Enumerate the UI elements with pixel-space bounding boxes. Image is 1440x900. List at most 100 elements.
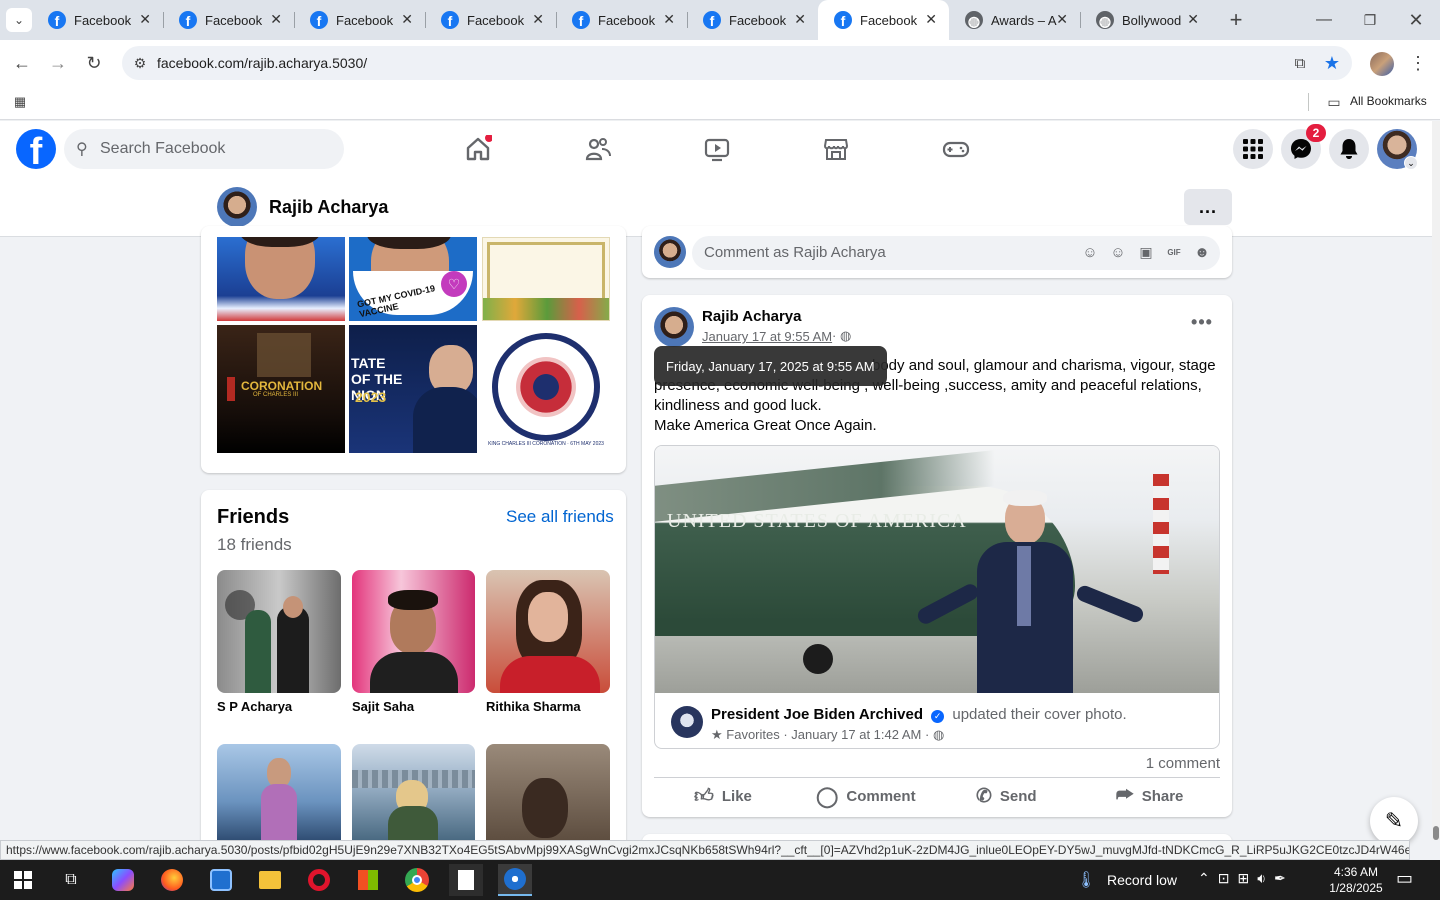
photo-tile-king-charles[interactable]: KING CHARLES III CORONATION · 6TH MAY 20… — [482, 325, 610, 453]
tab-close-icon[interactable]: ✕ — [925, 11, 937, 28]
browser-tab[interactable]: f Facebook ✕ — [687, 0, 818, 40]
home-icon[interactable] — [464, 135, 492, 163]
notepad-icon[interactable] — [449, 864, 483, 896]
tab-close-icon[interactable]: ✕ — [794, 11, 806, 28]
tab-close-icon[interactable]: ✕ — [663, 11, 675, 28]
copilot-icon[interactable] — [106, 864, 140, 896]
friend-photo[interactable] — [486, 744, 610, 840]
browser-tab[interactable]: f Facebook ✕ — [163, 0, 294, 40]
weather-text[interactable]: Record low — [1107, 872, 1177, 888]
all-bookmarks-link[interactable]: All Bookmarks — [1350, 94, 1427, 108]
notification-center-icon[interactable]: ▭ — [1396, 868, 1413, 889]
firefox-icon[interactable] — [155, 864, 189, 896]
shared-page-name[interactable]: President Joe Biden Archived — [711, 706, 923, 723]
share-button[interactable]: ⮫ Share — [1116, 780, 1183, 812]
browser-tab[interactable]: ◍ Bollywood ✕ — [1080, 0, 1211, 40]
friend-name[interactable]: S P Acharya — [217, 699, 292, 714]
emoji-icon[interactable]: ☺ — [1108, 242, 1128, 262]
browser-tab[interactable]: f Facebook ✕ — [32, 0, 163, 40]
browser-tab[interactable]: f Facebook ✕ — [556, 0, 687, 40]
comments-count[interactable]: 1 comment — [1140, 755, 1220, 772]
shared-page-avatar[interactable] — [671, 706, 703, 738]
sticker-icon[interactable]: ☻ — [1192, 242, 1212, 262]
address-bar[interactable]: ⚙ facebook.com/rajib.acharya.5030/ ⧉ ★ — [122, 46, 1352, 80]
avatar-sticker-icon[interactable]: ☺ — [1080, 242, 1100, 262]
close-window-icon[interactable]: ✕ — [1404, 8, 1428, 32]
comment-input[interactable]: Comment as Rajib Acharya ☺ ☺ ▣ GIF ☻ — [692, 236, 1220, 270]
profile-avatar[interactable] — [217, 187, 257, 227]
browser-menu-icon[interactable]: ⋮ — [1406, 51, 1430, 75]
reload-icon[interactable]: ↻ — [82, 51, 106, 75]
install-app-icon[interactable]: ⧉ — [1288, 51, 1312, 75]
restore-icon[interactable]: ❐ — [1358, 8, 1382, 32]
tab-close-icon[interactable]: ✕ — [270, 11, 282, 28]
post-options-icon[interactable]: ••• — [1190, 312, 1214, 336]
friend-photo[interactable] — [217, 744, 341, 840]
camera-icon[interactable]: ▣ — [1136, 242, 1156, 262]
browser-tab[interactable]: f Facebook ✕ — [818, 0, 949, 40]
gif-icon[interactable]: GIF — [1164, 242, 1184, 262]
active-app-icon[interactable] — [498, 864, 532, 896]
bookmark-star-icon[interactable]: ★ — [1320, 51, 1344, 75]
shared-post[interactable]: UNITED STATES OF AMERICA President Joe B… — [654, 445, 1220, 749]
friend-name[interactable]: Rithika Sharma — [486, 699, 581, 714]
photo-tile-coronation[interactable]: CORONATION OF CHARLES III — [217, 325, 345, 453]
scrollbar-thumb[interactable] — [1433, 826, 1439, 840]
site-info-icon[interactable]: ⚙ — [128, 51, 152, 75]
like-button[interactable]: 👍︎ Like — [694, 780, 752, 812]
microsoft-store-icon[interactable] — [351, 864, 385, 896]
photo-tile[interactable] — [217, 237, 345, 321]
friend-photo-sajit-saha[interactable] — [352, 570, 475, 693]
friend-photo-rithika-sharma[interactable] — [486, 570, 610, 693]
post-author[interactable]: Rajib Acharya — [702, 308, 802, 325]
task-view-icon[interactable]: ⧉ — [54, 864, 88, 896]
google-chrome-icon[interactable] — [400, 864, 434, 896]
photo-tile-vaccine[interactable]: GOT MY COVID-19 VACCINE ♡ — [349, 237, 477, 321]
comment-button[interactable]: ◯ Comment — [816, 780, 916, 812]
send-button[interactable]: ✆ Send — [976, 780, 1037, 812]
tab-close-icon[interactable]: ✕ — [1187, 11, 1199, 28]
account-chevron-icon[interactable]: ⌄ — [1404, 156, 1418, 170]
file-explorer-icon[interactable] — [253, 864, 287, 896]
friends-nav-icon[interactable] — [584, 135, 612, 163]
marketplace-icon[interactable] — [822, 135, 850, 163]
apps-grid-icon[interactable]: ▦ — [10, 92, 30, 112]
tab-close-icon[interactable]: ✕ — [1056, 11, 1068, 28]
post-date-link[interactable]: January 17 at 9:55 AM — [702, 329, 832, 344]
browser-profile-avatar[interactable] — [1370, 52, 1394, 76]
photo-tile-certificate[interactable] — [482, 237, 610, 321]
tab-search-icon[interactable]: ⌄ — [6, 8, 32, 32]
notifications-button[interactable] — [1329, 129, 1369, 169]
app-icon-blue[interactable] — [204, 864, 238, 896]
search-input[interactable]: ⚲ Search Facebook — [64, 129, 344, 169]
menu-grid-button[interactable] — [1233, 129, 1273, 169]
opera-icon[interactable] — [302, 864, 336, 896]
page-scrollbar[interactable] — [1432, 121, 1440, 840]
minimize-icon[interactable]: — — [1312, 8, 1336, 32]
browser-tab[interactable]: ◍ Awards – A ✕ — [949, 0, 1080, 40]
facebook-logo[interactable]: f — [16, 129, 56, 169]
tab-close-icon[interactable]: ✕ — [532, 11, 544, 28]
new-tab-icon[interactable]: + — [1224, 7, 1248, 32]
tab-close-icon[interactable]: ✕ — [401, 11, 413, 28]
profile-more-button[interactable]: ... — [1184, 189, 1232, 225]
commenter-avatar[interactable] — [654, 236, 686, 268]
friend-photo[interactable] — [352, 744, 475, 840]
system-tray-icons[interactable]: ⌃⊡⊞🔉︎✒ — [1198, 870, 1294, 887]
forward-icon[interactable]: → — [46, 51, 70, 75]
shared-post-image[interactable]: UNITED STATES OF AMERICA — [655, 446, 1219, 693]
clock[interactable]: 4:36 AM 1/28/2025 — [1326, 864, 1386, 896]
back-icon[interactable]: ← — [10, 51, 34, 75]
gaming-icon[interactable] — [942, 135, 970, 163]
new-message-icon[interactable]: ✎ — [1370, 797, 1418, 845]
browser-tab[interactable]: f Facebook ✕ — [425, 0, 556, 40]
photo-tile-state-of-union[interactable]: TATE OF THE NION 2023 — [349, 325, 477, 453]
windows-start-icon[interactable] — [6, 864, 40, 896]
video-nav-icon[interactable] — [703, 135, 731, 163]
browser-tab[interactable]: f Facebook ✕ — [294, 0, 425, 40]
friend-photo-sp-acharya[interactable] — [217, 570, 341, 693]
friend-name[interactable]: Sajit Saha — [352, 699, 414, 714]
profile-name[interactable]: Rajib Acharya — [269, 197, 388, 218]
post-author-avatar[interactable] — [654, 307, 694, 347]
see-all-friends-link[interactable]: See all friends — [506, 507, 614, 527]
